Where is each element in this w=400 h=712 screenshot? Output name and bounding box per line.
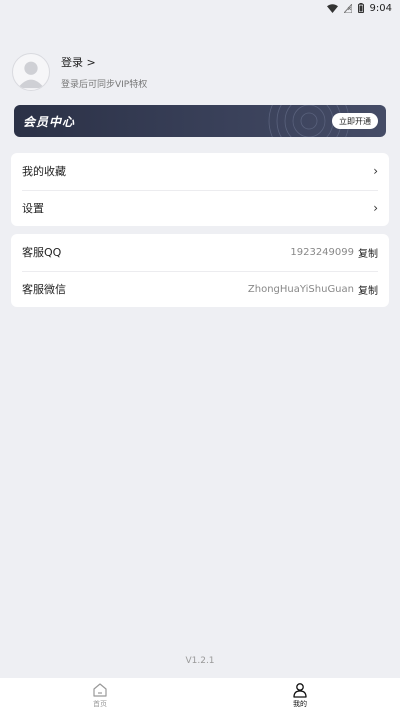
mine-screen: 9:04 登录 > 登录后可同步VIP特权 会员中心 立即开通 我的收藏 › 设… (0, 0, 400, 712)
menu-card: 我的收藏 › 设置 › (11, 153, 389, 226)
chevron-right-icon: › (373, 164, 378, 179)
default-avatar-icon (17, 61, 45, 89)
profile-header[interactable]: 登录 > 登录后可同步VIP特权 (12, 52, 388, 92)
qq-label: 客服QQ (22, 246, 62, 260)
login-subtitle: 登录后可同步VIP特权 (61, 80, 148, 90)
app-version: V1.2.1 (185, 656, 215, 666)
vip-center-title: 会员中心 (23, 114, 76, 129)
wechat-value: ZhongHuaYiShuGuan (247, 283, 354, 295)
vip-center-banner[interactable]: 会员中心 立即开通 (14, 105, 386, 137)
wifi-icon (326, 3, 338, 13)
battery-icon (357, 3, 364, 13)
settings-label: 设置 (22, 202, 44, 216)
nav-home-label: 首页 (93, 699, 107, 708)
copy-qq-button[interactable]: 复制 (358, 245, 378, 260)
bottom-nav: 首页 我的 (0, 678, 400, 712)
copy-wechat-button[interactable]: 复制 (358, 282, 378, 297)
qq-row: 客服QQ 1923249099 复制 (11, 234, 389, 271)
wechat-label: 客服微信 (22, 283, 66, 297)
avatar[interactable] (12, 53, 50, 91)
nav-mine-label: 我的 (293, 699, 307, 708)
settings-row[interactable]: 设置 › (22, 189, 378, 227)
login-link[interactable]: 登录 > (61, 54, 147, 70)
status-bar: 9:04 (0, 0, 400, 16)
person-icon (293, 682, 307, 698)
no-signal-icon (343, 3, 352, 13)
status-time: 9:04 (369, 2, 392, 14)
contact-card: 客服QQ 1923249099 复制 客服微信 ZhongHuaYiShuGua… (11, 234, 389, 307)
home-icon (93, 682, 107, 697)
favorites-row[interactable]: 我的收藏 › (11, 153, 389, 190)
nav-home[interactable]: 首页 (0, 678, 200, 712)
favorites-label: 我的收藏 (22, 165, 66, 179)
nav-mine[interactable]: 我的 (200, 678, 400, 712)
qq-value: 1923249099 (290, 246, 354, 258)
wechat-row: 客服微信 ZhongHuaYiShuGuan 复制 (22, 270, 378, 308)
activate-now-button[interactable]: 立即开通 (332, 113, 378, 129)
chevron-right-icon: › (373, 201, 378, 216)
